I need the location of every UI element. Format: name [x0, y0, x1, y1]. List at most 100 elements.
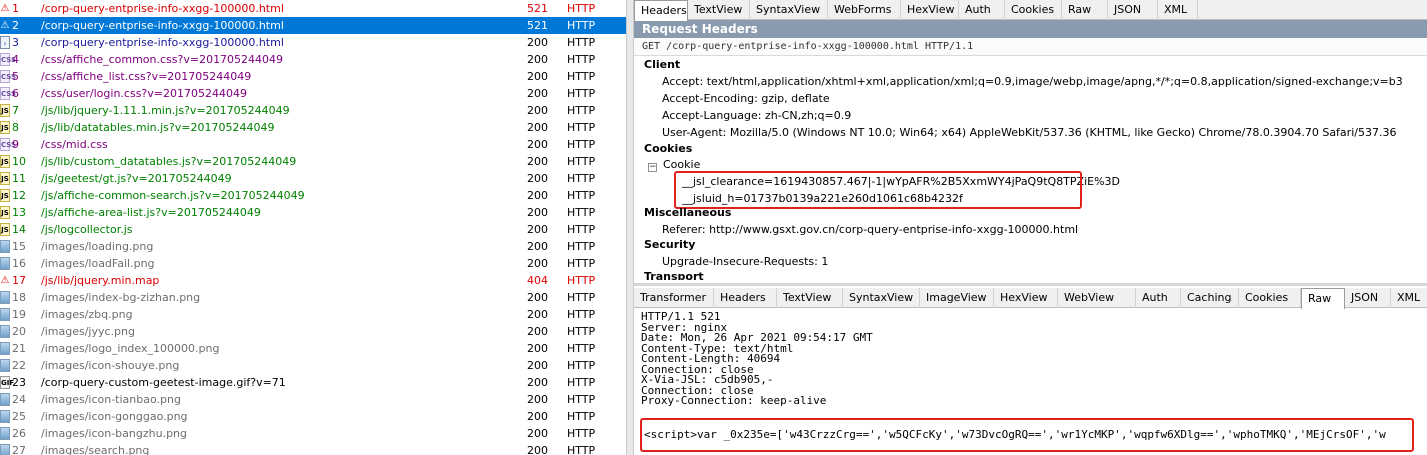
session-row[interactable]: JS 7/js/lib/jquery-1.11.1.min.js?v=201705… [0, 102, 626, 119]
session-row[interactable]: JS 13/js/affiche-area-list.js?v=201705244… [0, 204, 626, 221]
group-client[interactable]: Client [644, 58, 680, 71]
tab-webview[interactable]: WebView [1058, 288, 1136, 308]
tab-auth[interactable]: Auth [1136, 288, 1181, 308]
session-result: 200 [527, 121, 548, 134]
tab-headers[interactable]: Headers [634, 0, 688, 21]
session-protocol: HTTP [567, 342, 596, 355]
session-row[interactable]: CSS 9/css/mid.css 200 HTTP [0, 136, 626, 153]
session-row[interactable]: CSS 5/css/affiche_list.css?v=201705244049… [0, 68, 626, 85]
session-url: /images/icon-tianbao.png [41, 393, 181, 406]
collapse-icon[interactable]: − [648, 163, 657, 172]
session-row[interactable]: › 3/corp-query-entprise-info-xxgg-100000.… [0, 34, 626, 51]
session-row[interactable]: 15/images/loading.png 200 HTTP [0, 238, 626, 255]
header-accept[interactable]: Accept: text/html,application/xhtml+xml,… [662, 75, 1403, 88]
tab-xml[interactable]: XML [1391, 288, 1427, 308]
session-number: 25 [12, 410, 26, 423]
session-url: /images/loading.png [41, 240, 154, 253]
tab-hexview[interactable]: HexView [994, 288, 1058, 308]
session-row[interactable]: CSS 6/css/user/login.css?v=201705244049 20… [0, 85, 626, 102]
session-protocol: HTTP [567, 70, 596, 83]
group-miscellaneous[interactable]: Miscellaneous [644, 206, 731, 219]
session-result: 521 [527, 19, 548, 32]
session-url: /js/lib/jquery.min.map [41, 274, 160, 287]
response-inspector: Transformer Headers TextView SyntaxView Imag… [634, 283, 1427, 455]
tab-syntaxview[interactable]: SyntaxView [843, 288, 920, 308]
tab-hexview[interactable]: HexView [901, 0, 959, 20]
session-protocol: HTTP [567, 138, 596, 151]
session-number: 21 [12, 342, 26, 355]
session-row[interactable]: JS 8/js/lib/datatables.min.js?v=201705244… [0, 119, 626, 136]
session-result: 200 [527, 53, 548, 66]
session-row[interactable]: 19/images/zbq.png 200 HTTP [0, 306, 626, 323]
tab-imageview[interactable]: ImageView [920, 288, 994, 308]
session-row[interactable]: JS 12/js/affiche-common-search.js?v=20170… [0, 187, 626, 204]
session-number: 5 [12, 70, 19, 83]
session-protocol: HTTP [567, 2, 596, 15]
session-row[interactable]: JS 11/js/geetest/gt.js?v=201705244049 200 H… [0, 170, 626, 187]
session-protocol: HTTP [567, 36, 596, 49]
session-row[interactable]: ⚠ 17/js/lib/jquery.min.map 404 HTTP [0, 272, 626, 289]
tab-textview[interactable]: TextView [688, 0, 750, 20]
session-result: 200 [527, 444, 548, 455]
request-inspector: Headers TextView SyntaxView WebForms HexView… [634, 0, 1427, 283]
warning-icon: ⚠ [0, 275, 10, 286]
session-url: /js/affiche-common-search.js?v=201705244… [41, 189, 305, 202]
tab-json[interactable]: JSON [1345, 288, 1391, 308]
image-icon [0, 240, 10, 253]
raw-response-body[interactable]: HTTP/1.1 521 Server: nginx Date: Mon, 26 A… [634, 308, 1427, 407]
tab-json[interactable]: JSON [1108, 0, 1158, 20]
session-url: /js/lib/jquery-1.11.1.min.js?v=201705244… [41, 104, 290, 117]
cookie-highlight-box [674, 171, 1082, 209]
group-transport[interactable]: Transport [644, 270, 704, 280]
header-accept-encoding[interactable]: Accept-Encoding: gzip, deflate [662, 92, 830, 105]
tab-raw[interactable]: Raw [1062, 0, 1108, 20]
tab-textview[interactable]: TextView [777, 288, 843, 308]
session-row[interactable]: 22/images/icon-shouye.png 200 HTTP [0, 357, 626, 374]
session-protocol: HTTP [567, 257, 596, 270]
header-referer[interactable]: Referer: http://www.gsxt.gov.cn/corp-que… [662, 223, 1078, 236]
cookie-node[interactable]: − Cookie [648, 158, 700, 172]
session-result: 200 [527, 155, 548, 168]
group-cookies[interactable]: Cookies [644, 142, 692, 155]
session-row[interactable]: CSS 4/css/affiche_common.css?v=2017052440… [0, 51, 626, 68]
tab-xml[interactable]: XML [1158, 0, 1198, 20]
session-row[interactable]: 18/images/index-bg-zizhan.png 200 HTTP [0, 289, 626, 306]
tab-raw[interactable]: Raw [1301, 288, 1345, 309]
header-accept-language[interactable]: Accept-Language: zh-CN,zh;q=0.9 [662, 109, 851, 122]
tab-cookies[interactable]: Cookies [1005, 0, 1062, 20]
tab-auth[interactable]: Auth [959, 0, 1005, 20]
session-number: 16 [12, 257, 26, 270]
session-protocol: HTTP [567, 19, 596, 32]
session-number: 3 [12, 36, 19, 49]
session-row[interactable]: 24/images/icon-tianbao.png 200 HTTP [0, 391, 626, 408]
session-row[interactable]: ⚠ 2/corp-query-entprise-info-xxgg-100000.… [0, 17, 626, 34]
header-user-agent[interactable]: User-Agent: Mozilla/5.0 (Windows NT 10.0… [662, 126, 1396, 139]
session-row[interactable]: JS 14/js/logcollector.js 200 HTTP [0, 221, 626, 238]
session-row[interactable]: 21/images/logo_index_100000.png 200 HTTP [0, 340, 626, 357]
session-row[interactable]: 20/images/jyyc.png 200 HTTP [0, 323, 626, 340]
session-row[interactable]: 27/images/search.png 200 HTTP [0, 442, 626, 455]
session-url: /images/icon-gonggao.png [41, 410, 188, 423]
group-security[interactable]: Security [644, 238, 695, 251]
session-number: 10 [12, 155, 26, 168]
tab-caching[interactable]: Caching [1181, 288, 1239, 308]
pane-splitter[interactable] [626, 0, 634, 455]
tab-cookies[interactable]: Cookies [1239, 288, 1301, 308]
session-protocol: HTTP [567, 189, 596, 202]
session-row[interactable]: ⚠ 1/corp-query-entprise-info-xxgg-100000.… [0, 0, 626, 17]
session-row[interactable]: 25/images/icon-gonggao.png 200 HTTP [0, 408, 626, 425]
session-protocol: HTTP [567, 308, 596, 321]
tab-webforms[interactable]: WebForms [828, 0, 901, 20]
session-row[interactable]: 16/images/loadFail.png 200 HTTP [0, 255, 626, 272]
session-row[interactable]: JS 10/js/lib/custom_datatables.js?v=20170… [0, 153, 626, 170]
js-icon: JS [0, 155, 10, 168]
tab-syntaxview[interactable]: SyntaxView [750, 0, 828, 20]
session-list[interactable]: ⚠ 1/corp-query-entprise-info-xxgg-100000.… [0, 0, 626, 455]
tab-transformer[interactable]: Transformer [634, 288, 714, 308]
tab-headers[interactable]: Headers [714, 288, 777, 308]
header-upgrade-insecure[interactable]: Upgrade-Insecure-Requests: 1 [662, 255, 828, 268]
session-url: /images/loadFail.png [41, 257, 155, 270]
session-result: 200 [527, 87, 548, 100]
session-row[interactable]: 26/images/icon-bangzhu.png 200 HTTP [0, 425, 626, 442]
session-row[interactable]: GIF 23/corp-query-custom-geetest-image.gi… [0, 374, 626, 391]
